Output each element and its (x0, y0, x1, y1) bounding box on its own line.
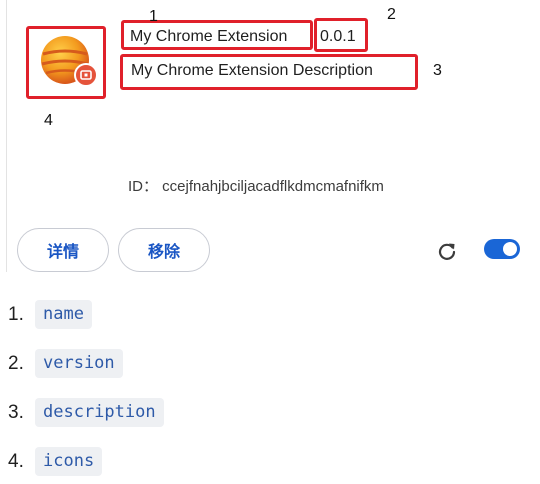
extension-id: ID： ccejfnahjbciljacadflkdmcmafnifkm (128, 178, 384, 195)
reload-icon[interactable] (436, 240, 458, 262)
extension-description: My Chrome Extension Description (131, 62, 373, 79)
list-item-number: 3. (8, 402, 24, 423)
extension-name: My Chrome Extension (130, 28, 288, 45)
highlight-icon (26, 26, 106, 99)
remove-button[interactable]: 移除 (118, 228, 210, 272)
list-item-number: 2. (8, 353, 24, 374)
toggle-knob (503, 242, 517, 256)
list-item-code: icons (35, 447, 103, 476)
annotation-2: 2 (387, 6, 396, 23)
list-item-number: 4. (8, 451, 24, 472)
list-item-code: version (35, 349, 123, 378)
list-item-number: 1. (8, 304, 24, 325)
enable-toggle[interactable] (484, 239, 520, 259)
details-button[interactable]: 详情 (17, 228, 109, 272)
list-item-code: description (35, 398, 164, 427)
annotation-4: 4 (44, 112, 53, 129)
list-item-code: name (35, 300, 92, 329)
annotation-3: 3 (433, 62, 442, 79)
extension-version: 0.0.1 (320, 28, 356, 45)
annotation-1: 1 (149, 8, 158, 25)
